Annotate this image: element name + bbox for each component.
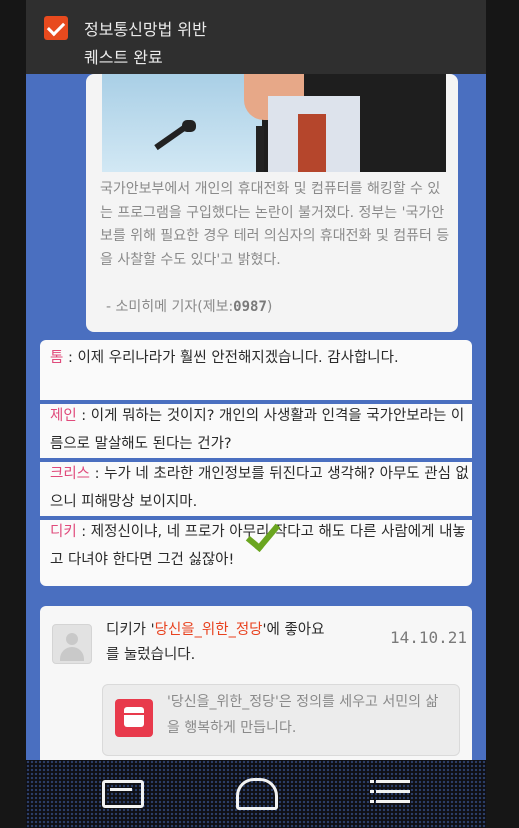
- left-bezel: [0, 0, 26, 828]
- like-prefix: 디키가 ': [106, 622, 155, 638]
- notification-banner[interactable]: 정보통신망법 위반 퀘스트 완료: [26, 0, 486, 74]
- notification-subtitle: 퀘스트 완료: [84, 48, 163, 67]
- author-label: - 소미히메 기자(제보:: [106, 299, 234, 315]
- party-description: '당신을_위한_정당'은 정의를 세우고 서민의 삶을 행복하게 만듭니다.: [167, 694, 439, 736]
- comment-text: : 이게 뭐하는 것이지? 개인의 사생활과 인격을 국가안보라는 이름으로 말…: [50, 408, 465, 452]
- news-card[interactable]: 국가안보부에서 개인의 휴대전화 및 컴퓨터를 해킹할 수 있는 프로그램을 구…: [86, 74, 458, 332]
- news-photo: [102, 74, 446, 172]
- phone-screen: 국가안보부에서 개인의 휴대전화 및 컴퓨터를 해킹할 수 있는 프로그램을 구…: [26, 0, 486, 828]
- comment-author[interactable]: 디키: [50, 524, 77, 540]
- right-bezel: [486, 0, 519, 828]
- party-preview[interactable]: '당신을_위한_정당'은 정의를 세우고 서민의 삶을 행복하게 만듭니다.: [102, 684, 460, 756]
- comment-item[interactable]: 제인 : 이게 뭐하는 것이지? 개인의 사생활과 인격을 국가안보라는 이름으…: [50, 402, 470, 458]
- comment-author[interactable]: 톰: [50, 350, 63, 366]
- check-icon: [44, 16, 68, 40]
- notification-title: 정보통신망법 위반: [84, 20, 207, 39]
- news-body: 국가안보부에서 개인의 휴대전화 및 컴퓨터를 해킹할 수 있는 프로그램을 구…: [100, 181, 450, 268]
- author-code: 0987: [233, 299, 267, 315]
- inbox-icon[interactable]: [98, 774, 144, 808]
- comment-text: : 누가 네 초라한 개인정보를 뒤진다고 생각해? 아무도 관심 없으니 피해…: [50, 466, 469, 510]
- like-message: 디키가 '당신을_위한_정당'에 좋아요를 눌렀습니다.: [106, 618, 336, 668]
- party-link[interactable]: 당신을_위한_정당: [155, 622, 263, 638]
- like-card[interactable]: 디키가 '당신을_위한_정당'에 좋아요를 눌렀습니다. 14.10.21 '당…: [40, 606, 472, 776]
- comment-author[interactable]: 크리스: [50, 466, 90, 482]
- author-close: ): [266, 299, 273, 315]
- comment-item[interactable]: 톰 : 이제 우리나라가 훨씬 안전해지겠습니다. 감사합니다.: [50, 344, 470, 372]
- news-author: - 소미히메 기자(제보:0987): [106, 296, 272, 316]
- home-icon[interactable]: [230, 774, 278, 810]
- bottom-nav: [26, 760, 486, 828]
- menu-icon[interactable]: [370, 774, 416, 808]
- user-avatar-icon[interactable]: [52, 624, 92, 664]
- like-date: 14.10.21: [390, 628, 468, 647]
- comment-text: : 이제 우리나라가 훨씬 안전해지겠습니다. 감사합니다.: [63, 350, 399, 366]
- comment-author[interactable]: 제인: [50, 408, 77, 424]
- comment-item[interactable]: 크리스 : 누가 네 초라한 개인정보를 뒤진다고 생각해? 아무도 관심 없으…: [50, 460, 470, 516]
- fist-icon: [115, 699, 153, 737]
